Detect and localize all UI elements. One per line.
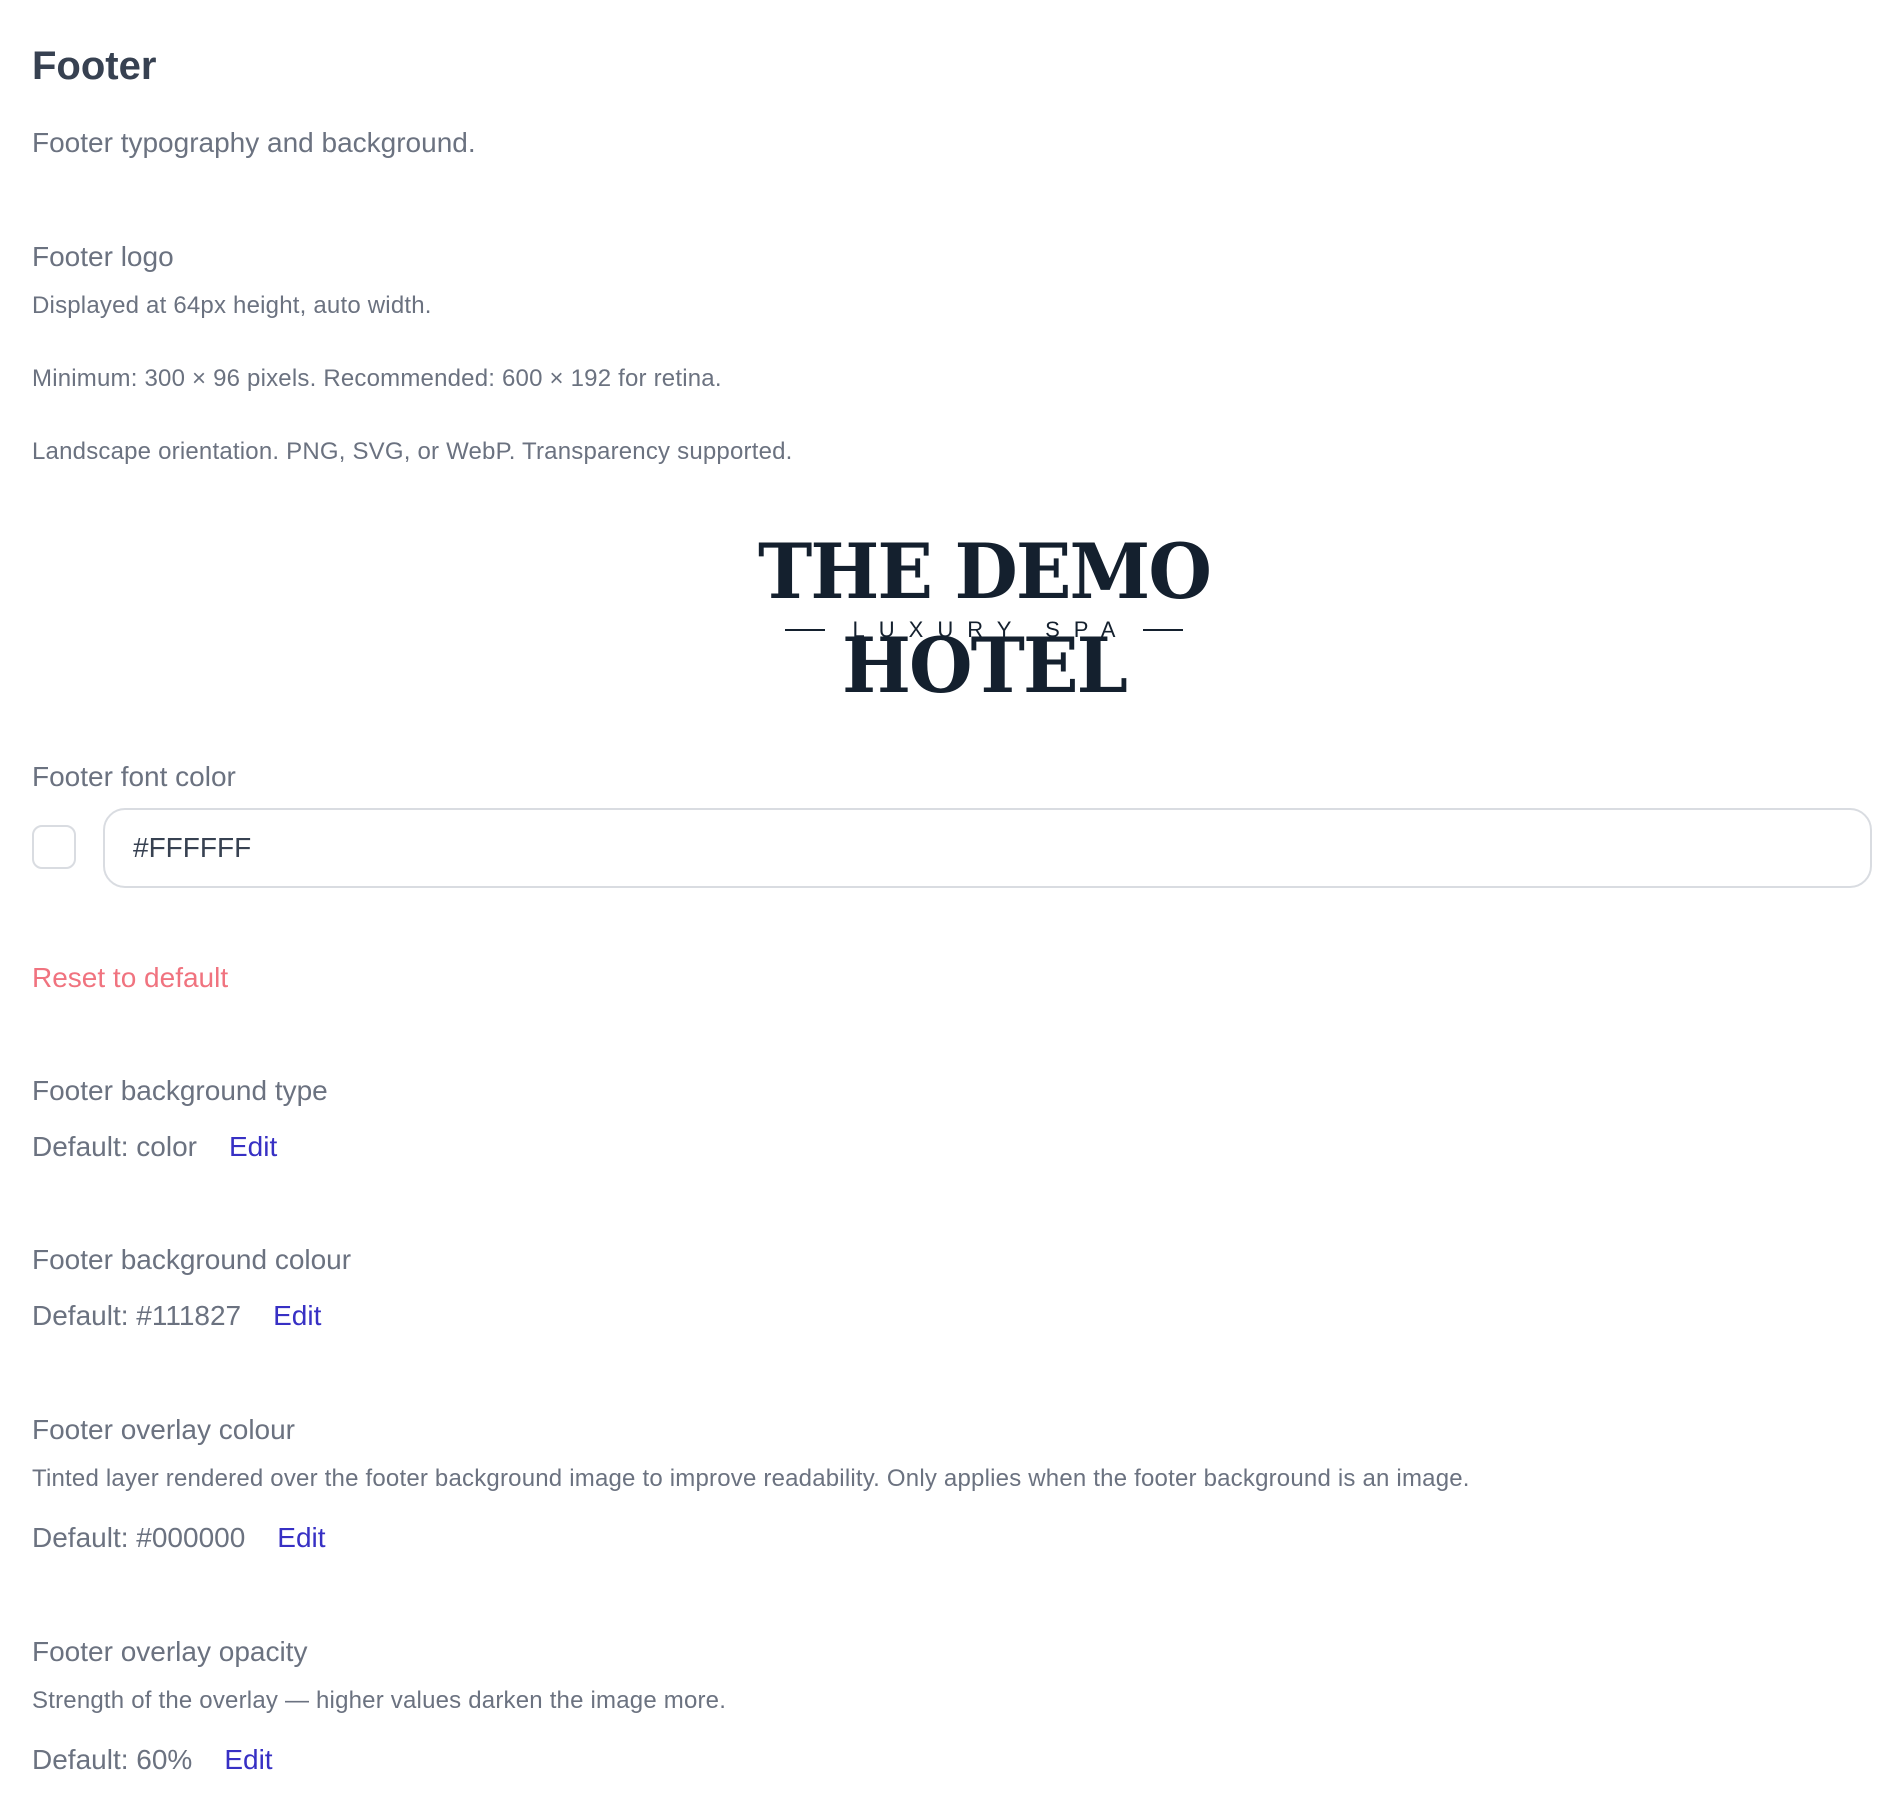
reset-to-default-link[interactable]: Reset to default bbox=[32, 958, 228, 998]
footer-logo-help-format: Landscape orientation. PNG, SVG, or WebP… bbox=[32, 438, 793, 465]
footer-font-color-input[interactable] bbox=[103, 808, 1872, 888]
footer-overlay-opacity-row: Default: 60% Edit bbox=[32, 1740, 273, 1780]
footer-background-type-label: Footer background type bbox=[32, 1075, 328, 1106]
footer-background-colour-row: Default: #111827 Edit bbox=[32, 1296, 321, 1336]
footer-background-colour-label: Footer background colour bbox=[32, 1244, 352, 1275]
footer-logo-help-minimum: Minimum: 300 × 96 pixels. Recommended: 6… bbox=[32, 365, 722, 392]
footer-background-type-default: Default: color bbox=[32, 1131, 197, 1162]
footer-logo-label: Footer logo bbox=[32, 241, 174, 272]
footer-overlay-colour-label: Footer overlay colour bbox=[32, 1414, 296, 1445]
footer-overlay-opacity-label: Footer overlay opacity bbox=[32, 1636, 308, 1667]
footer-overlay-opacity-default: Default: 60% bbox=[32, 1744, 193, 1775]
page-title: Footer bbox=[32, 44, 157, 88]
footer-overlay-colour-edit-link[interactable]: Edit bbox=[277, 1518, 325, 1558]
footer-background-colour-edit-link[interactable]: Edit bbox=[273, 1296, 321, 1336]
footer-background-colour-default: Default: #111827 bbox=[32, 1300, 242, 1331]
logo-rule-left bbox=[784, 629, 825, 631]
page-subtitle: Footer typography and background. bbox=[32, 127, 476, 158]
footer-overlay-opacity-help: Strength of the overlay — higher values … bbox=[32, 1687, 727, 1714]
footer-overlay-colour-help: Tinted layer rendered over the footer ba… bbox=[32, 1465, 1470, 1492]
footer-font-color-label: Footer font color bbox=[32, 761, 236, 792]
footer-logo-preview[interactable]: THE DEMO HOTEL LUXURY SPA bbox=[612, 525, 1356, 710]
footer-overlay-colour-row: Default: #000000 Edit bbox=[32, 1518, 326, 1558]
footer-logo-help-size: Displayed at 64px height, auto width. bbox=[32, 292, 432, 319]
logo-rule-right bbox=[1143, 629, 1184, 631]
footer-overlay-colour-default: Default: #000000 bbox=[32, 1522, 246, 1553]
logo-tagline: LUXURY SPA bbox=[852, 617, 1130, 642]
footer-background-type-row: Default: color Edit bbox=[32, 1127, 277, 1167]
logo-tagline-row: LUXURY SPA bbox=[612, 615, 1356, 645]
footer-font-color-swatch[interactable] bbox=[32, 825, 76, 869]
footer-overlay-opacity-edit-link[interactable]: Edit bbox=[224, 1740, 272, 1780]
footer-background-type-edit-link[interactable]: Edit bbox=[229, 1127, 277, 1167]
